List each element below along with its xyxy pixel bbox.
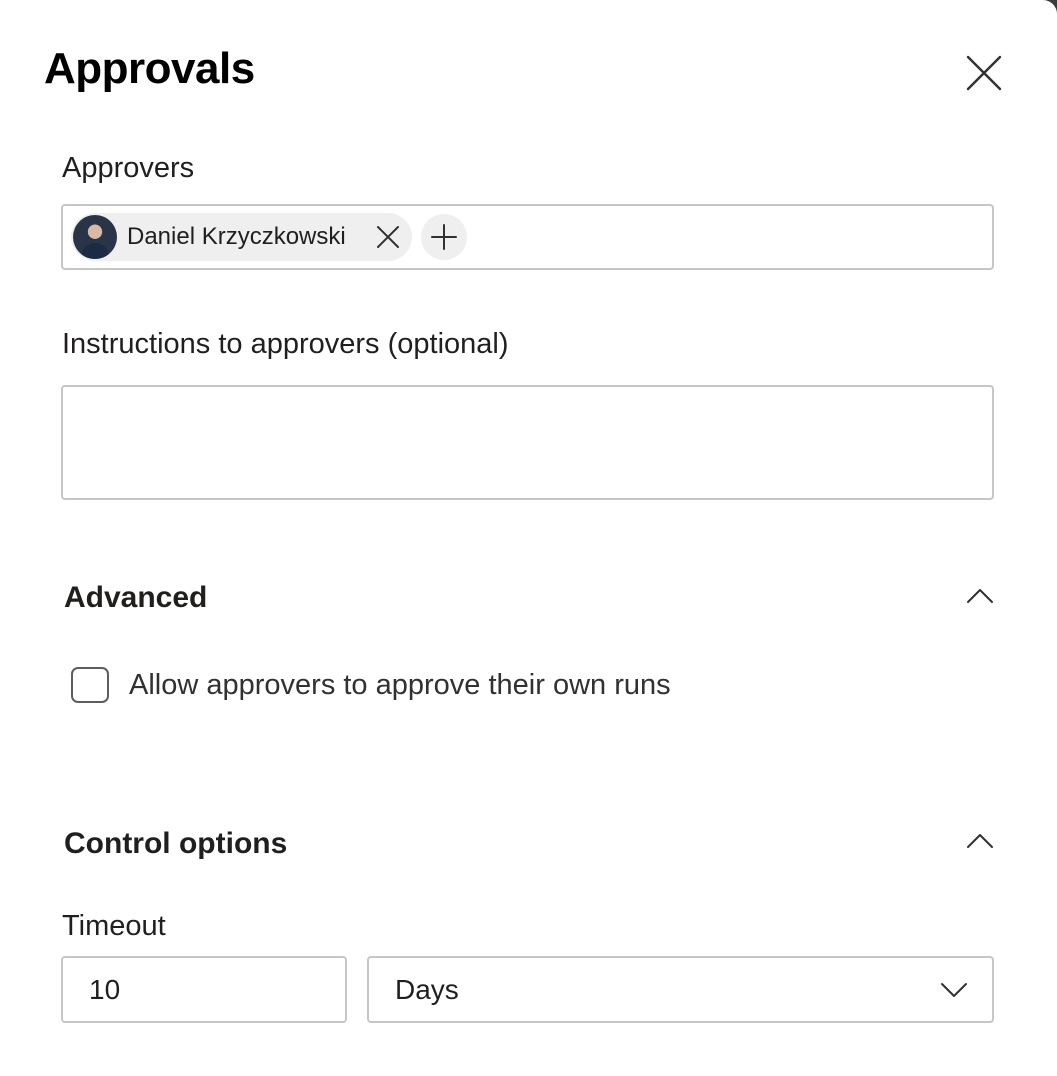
- instructions-input[interactable]: [61, 385, 994, 500]
- chevron-up-icon: [967, 834, 993, 848]
- chevron-down-icon: [938, 976, 970, 1004]
- chevron-up-icon: [967, 589, 993, 603]
- advanced-header: Advanced: [64, 581, 208, 614]
- allow-self-approval-checkbox[interactable]: [71, 667, 109, 703]
- timeout-value-input[interactable]: 10: [61, 956, 347, 1023]
- user-avatar: [73, 215, 117, 259]
- timeout-label: Timeout: [62, 910, 166, 942]
- close-button[interactable]: [958, 50, 1010, 96]
- close-icon: [377, 226, 399, 248]
- approvers-picker[interactable]: Daniel Krzyczkowski: [61, 204, 994, 270]
- timeout-value: 10: [89, 973, 121, 1005]
- approver-chip[interactable]: Daniel Krzyczkowski: [71, 213, 412, 261]
- add-approver-button[interactable]: [421, 214, 467, 260]
- allow-self-approval-label: Allow approvers to approve their own run…: [129, 668, 671, 701]
- remove-approver-button[interactable]: [372, 221, 404, 253]
- timeout-unit-dropdown[interactable]: Days: [367, 956, 994, 1023]
- instructions-label: Instructions to approvers (optional): [62, 328, 509, 360]
- control-options-header: Control options: [64, 827, 288, 860]
- dialog-title: Approvals: [44, 44, 255, 93]
- approvers-label: Approvers: [62, 152, 195, 184]
- advanced-collapse-button[interactable]: [958, 578, 1002, 614]
- approver-name: Daniel Krzyczkowski: [127, 223, 346, 250]
- close-icon: [966, 55, 1002, 91]
- timeout-unit-value: Days: [395, 973, 459, 1005]
- allow-self-approval-option[interactable]: Allow approvers to approve their own run…: [71, 667, 671, 703]
- control-options-collapse-button[interactable]: [958, 823, 1002, 859]
- plus-icon: [431, 224, 457, 250]
- approvals-dialog: Approvals Approvers Daniel Krzyczkowski …: [0, 0, 1057, 1076]
